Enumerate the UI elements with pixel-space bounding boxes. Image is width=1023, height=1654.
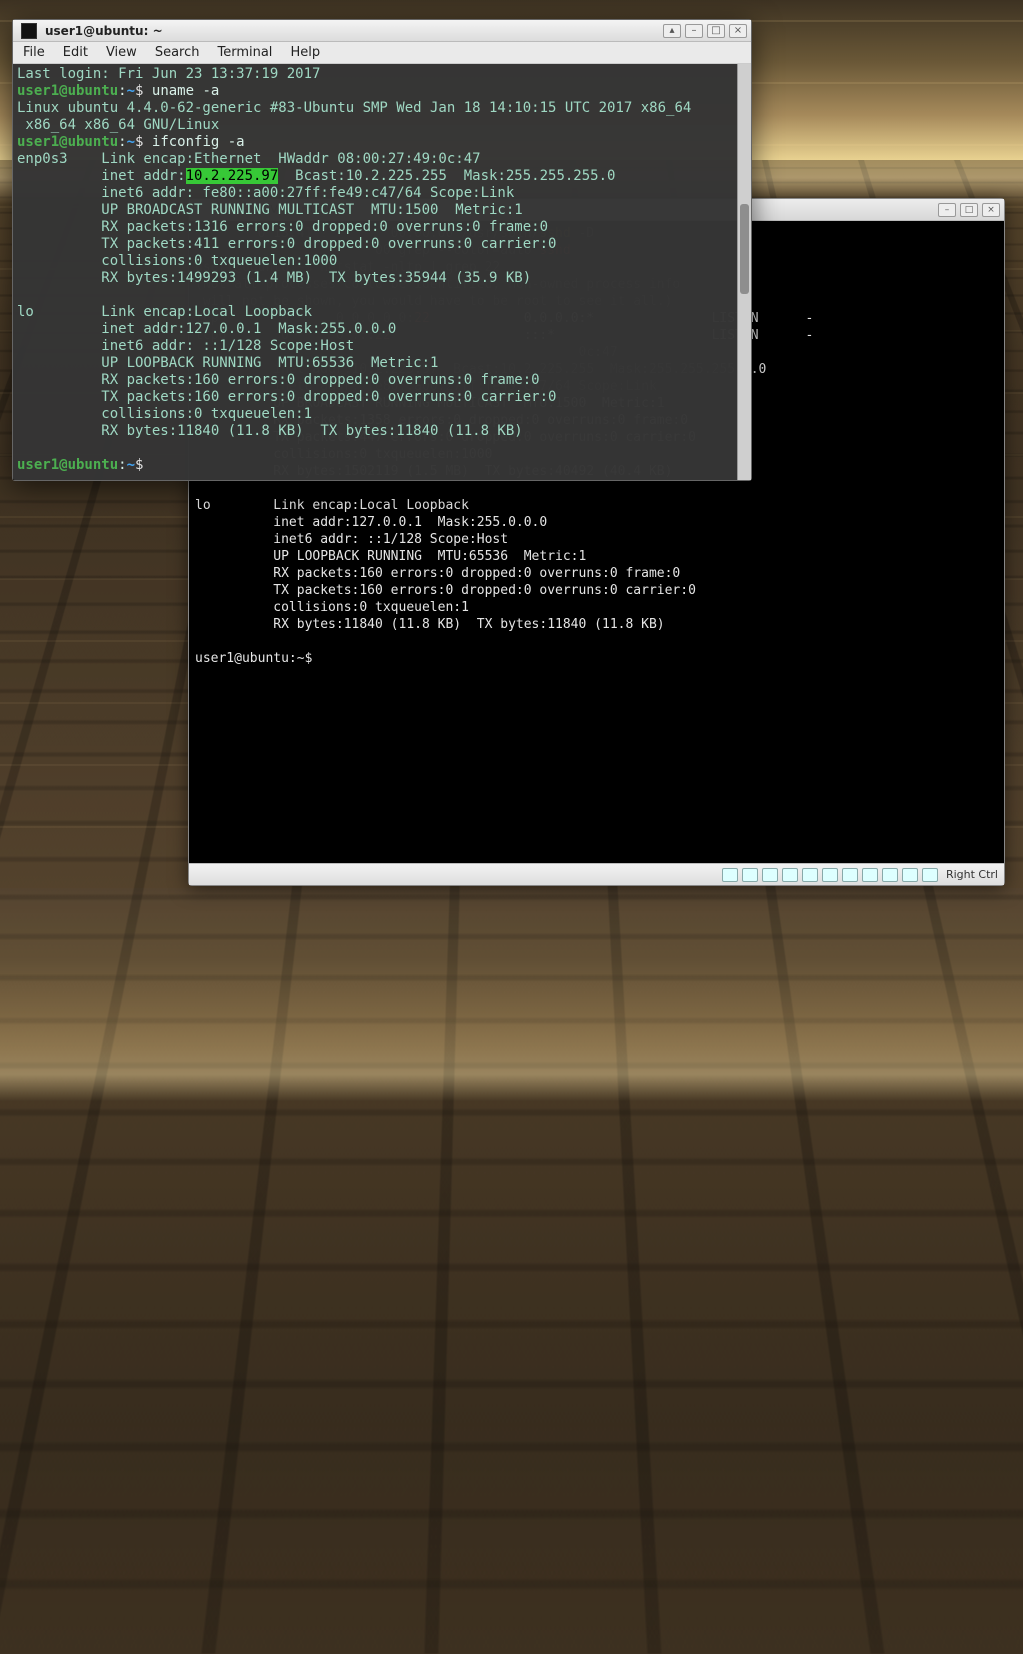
host-terminal-window[interactable]: user1@ubuntu: ~ ▴ – □ × File Edit View S… [12, 19, 752, 481]
ifconfig-line: TX packets:160 errors:0 dropped:0 overru… [17, 389, 556, 405]
cmd-ifconfig: ifconfig -a [152, 134, 245, 150]
vbox-cpu-icon[interactable] [882, 868, 898, 882]
vbox-display-icon[interactable] [802, 868, 818, 882]
ifconfig-line: lo Link encap:Local Loopback [17, 304, 312, 320]
front-close-button[interactable]: × [729, 24, 747, 38]
front-window-title: user1@ubuntu: ~ [45, 24, 163, 38]
back-max-button[interactable]: □ [960, 203, 978, 217]
ifconfig-line: collisions:0 txqueuelen:1000 [17, 253, 337, 269]
vbox-optical-icon[interactable] [742, 868, 758, 882]
term-line: UP LOOPBACK RUNNING MTU:65536 Metric:1 [195, 549, 586, 564]
guest-prompt[interactable]: user1@ubuntu:~$ [195, 651, 320, 666]
ifconfig-line: RX bytes:1499293 (1.4 MB) TX bytes:35944… [17, 270, 531, 286]
vbox-shared-folders-icon[interactable] [782, 868, 798, 882]
term-line: RX bytes:11840 (11.8 KB) TX bytes:11840 … [195, 617, 665, 632]
term-line: inet addr:127.0.0.1 Mask:255.0.0.0 [195, 515, 547, 530]
term-line: collisions:0 txqueuelen:1 [195, 600, 469, 615]
menu-terminal[interactable]: Terminal [217, 45, 272, 60]
prompt-host: user1@ubuntu [17, 83, 118, 99]
front-titlebar[interactable]: user1@ubuntu: ~ ▴ – □ × [13, 20, 751, 42]
menu-view[interactable]: View [106, 45, 137, 60]
terminal-icon [21, 23, 37, 39]
ifconfig-line: UP BROADCAST RUNNING MULTICAST MTU:1500 … [17, 202, 523, 218]
front-min-button[interactable]: – [685, 24, 703, 38]
menu-file[interactable]: File [23, 45, 45, 60]
prompt-path: ~ [127, 457, 135, 473]
vbox-network-icon[interactable] [822, 868, 838, 882]
term-line: lo Link encap:Local Loopback [195, 498, 469, 513]
ifconfig-line: collisions:0 txqueuelen:1 [17, 406, 312, 422]
ifconfig-line: inet addr: [17, 168, 186, 184]
highlighted-ip: 10.2.225.97 [186, 168, 279, 184]
ifconfig-line: inet6 addr: fe80::a00:27ff:fe49:c47/64 S… [17, 185, 514, 201]
ifconfig-line: RX bytes:11840 (11.8 KB) TX bytes:11840 … [17, 423, 523, 439]
menu-edit[interactable]: Edit [63, 45, 88, 60]
vbox-mouse-icon[interactable] [902, 868, 918, 882]
prompt-symbol[interactable]: $ [135, 457, 143, 473]
ifconfig-line: UP LOOPBACK RUNNING MTU:65536 Metric:1 [17, 355, 438, 371]
back-close-button[interactable]: × [982, 203, 1000, 217]
last-login-line: Last login: Fri Jun 23 13:37:19 2017 [17, 66, 320, 82]
term-line: .0 [751, 362, 767, 377]
prompt-path: ~ [127, 83, 135, 99]
cmd-uname: uname -a [152, 83, 219, 99]
term-line: TX packets:160 errors:0 dropped:0 overru… [195, 583, 696, 598]
front-shade-button[interactable]: ▴ [663, 24, 681, 38]
vbox-hdd-icon[interactable] [722, 868, 738, 882]
back-min-button[interactable]: – [938, 203, 956, 217]
ifconfig-line: TX packets:411 errors:0 dropped:0 overru… [17, 236, 556, 252]
virtualbox-status-bar: Right Ctrl [189, 863, 1004, 885]
ifconfig-line: RX packets:1316 errors:0 dropped:0 overr… [17, 219, 548, 235]
menu-search[interactable]: Search [155, 45, 200, 60]
vbox-hostkey-label: Right Ctrl [946, 868, 998, 881]
term-line: inet6 addr: ::1/128 Scope:Host [195, 532, 508, 547]
term-line: RX packets:160 errors:0 dropped:0 overru… [195, 566, 680, 581]
scrollbar-thumb[interactable] [740, 204, 749, 294]
vbox-keyboard-icon[interactable] [922, 868, 938, 882]
ifconfig-line: RX packets:160 errors:0 dropped:0 overru… [17, 372, 540, 388]
prompt-path: ~ [127, 134, 135, 150]
ifconfig-line: Bcast:10.2.225.255 Mask:255.255.255.0 [278, 168, 615, 184]
vbox-recording-icon[interactable] [862, 868, 878, 882]
ifconfig-line: enp0s3 Link encap:Ethernet HWaddr 08:00:… [17, 151, 481, 167]
vbox-usb-icon[interactable] [762, 868, 778, 882]
prompt-host: user1@ubuntu [17, 134, 118, 150]
menu-help[interactable]: Help [290, 45, 320, 60]
front-max-button[interactable]: □ [707, 24, 725, 38]
ifconfig-line: inet6 addr: ::1/128 Scope:Host [17, 338, 354, 354]
uname-output: Linux ubuntu 4.4.0-62-generic #83-Ubuntu… [17, 100, 691, 133]
terminal-scrollbar[interactable] [737, 64, 751, 480]
vbox-audio-icon[interactable] [842, 868, 858, 882]
terminal-menubar[interactable]: File Edit View Search Terminal Help [13, 42, 751, 64]
host-terminal[interactable]: Last login: Fri Jun 23 13:37:19 2017 use… [13, 64, 751, 480]
prompt-host: user1@ubuntu [17, 457, 118, 473]
ifconfig-line: inet addr:127.0.0.1 Mask:255.0.0.0 [17, 321, 396, 337]
